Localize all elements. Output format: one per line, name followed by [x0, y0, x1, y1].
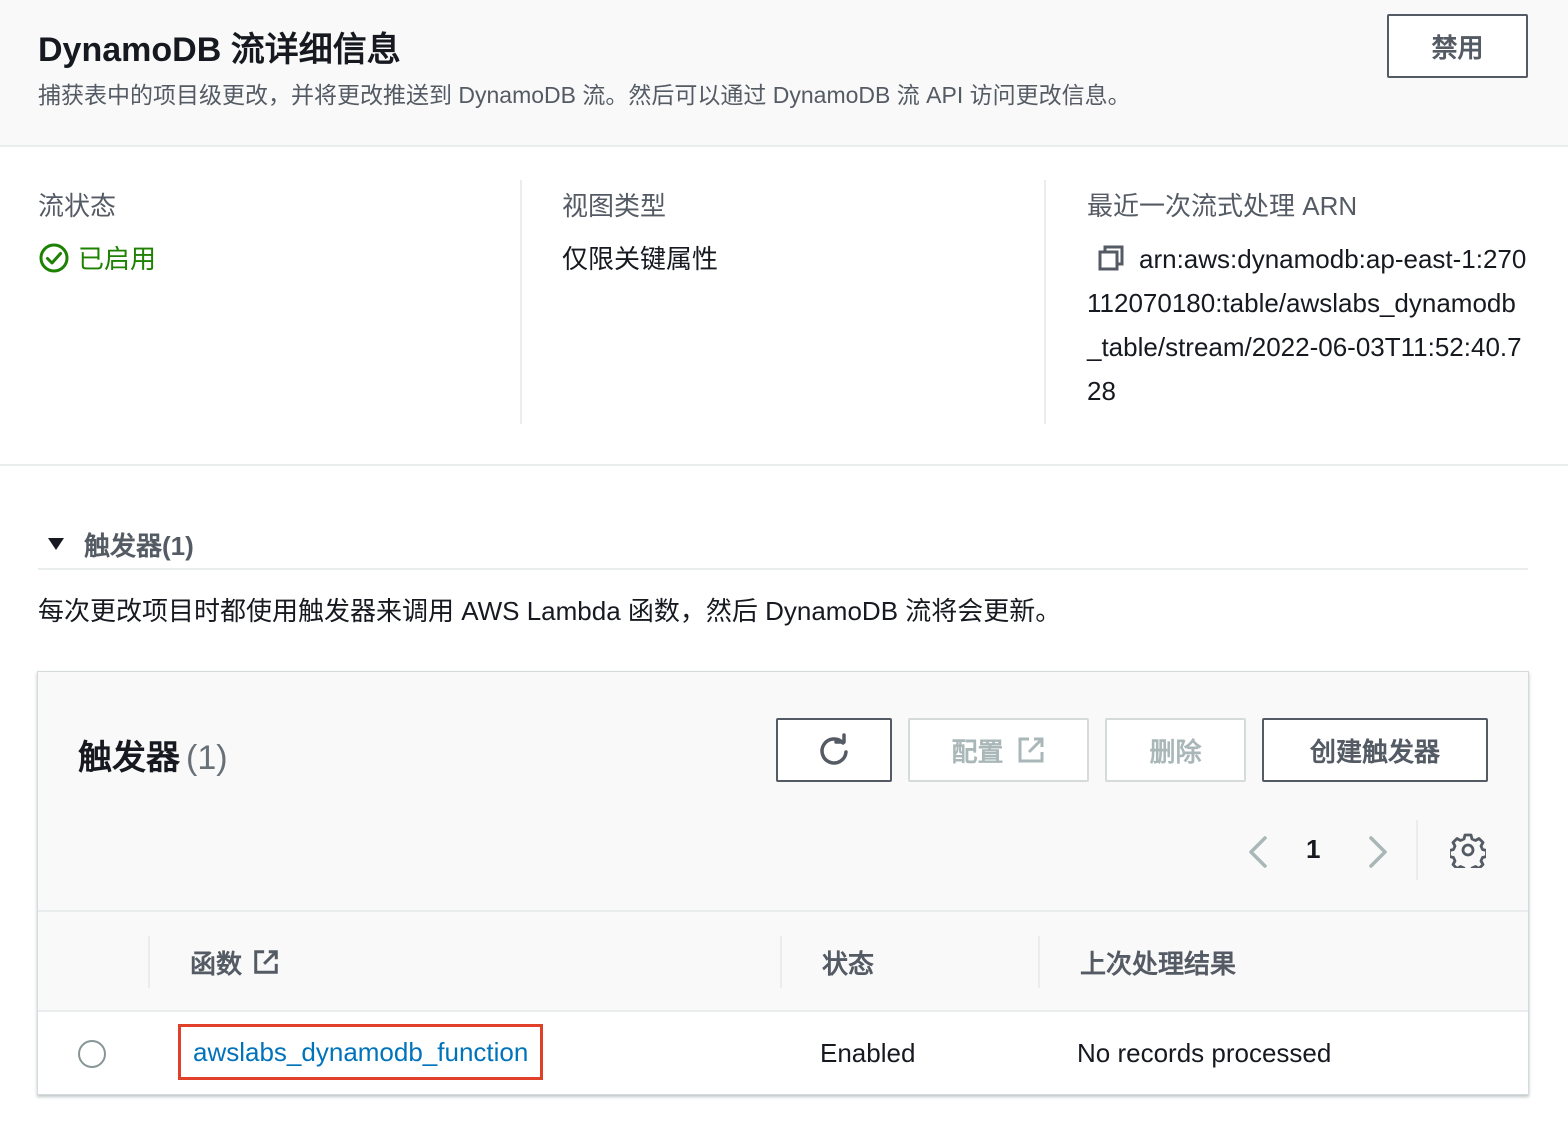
chevron-left-icon[interactable]: [1243, 832, 1273, 872]
view-type-value: 仅限关键属性: [562, 244, 719, 274]
external-link-icon: [1018, 737, 1043, 763]
column-header-function[interactable]: 函数: [148, 936, 780, 988]
view-type-label: 视图类型: [562, 191, 667, 221]
page-title: DynamoDB 流详细信息: [38, 31, 401, 69]
chevron-right-icon[interactable]: [1363, 832, 1393, 872]
triggers-table-header: 触发器 (1) 配置 删除 创建触发器 1: [38, 672, 1528, 912]
refresh-button[interactable]: [776, 718, 892, 782]
column-header-status[interactable]: 状态: [780, 936, 1038, 988]
triggers-expand-header[interactable]: 触发器(1): [38, 520, 1528, 570]
row-select-radio[interactable]: [78, 1040, 106, 1068]
arn-text: arn:aws:dynamodb:ap-east-1:270112070180:…: [1087, 244, 1527, 406]
triggers-section-description: 每次更改项目时都使用触发器来调用 AWS Lambda 函数，然后 Dynamo…: [38, 596, 1062, 626]
page-description: 捕获表中的项目级更改，并将更改推送到 DynamoDB 流。然后可以通过 Dyn…: [38, 82, 1131, 108]
check-circle-icon: [39, 243, 69, 272]
triggers-section-title: 触发器(1): [84, 530, 194, 561]
triggers-table-title-text: 触发器: [78, 739, 180, 777]
triggers-count: (1): [186, 739, 228, 777]
refresh-icon: [820, 733, 848, 765]
delete-button[interactable]: 删除: [1105, 718, 1246, 782]
stream-details-header: DynamoDB 流详细信息 捕获表中的项目级更改，并将更改推送到 Dynamo…: [0, 0, 1568, 147]
view-type-column: 视图类型 仅限关键属性: [562, 180, 1046, 424]
page-number[interactable]: 1: [1306, 834, 1320, 865]
disable-button[interactable]: 禁用: [1387, 14, 1528, 78]
function-link[interactable]: awslabs_dynamodb_function: [178, 1024, 544, 1080]
section-divider: [0, 464, 1568, 466]
arn-value: arn:aws:dynamodb:ap-east-1:270112070180:…: [1087, 237, 1527, 413]
external-link-icon: [254, 950, 278, 974]
stream-status-column: 流状态 已启用: [38, 180, 522, 424]
stream-status-label: 流状态: [38, 191, 117, 221]
table-row[interactable]: awslabs_dynamodb_function Enabled No rec…: [38, 1014, 1528, 1094]
stream-status-value: 已启用: [38, 239, 520, 276]
arn-label: 最近一次流式处理 ARN: [1087, 191, 1358, 221]
configure-button-label: 配置: [951, 736, 1004, 767]
arn-column: 最近一次流式处理 ARN arn:aws:dynamodb:ap-east-1:…: [1087, 180, 1537, 424]
column-header-last-result[interactable]: 上次处理结果: [1038, 936, 1518, 988]
configure-button[interactable]: 配置: [908, 718, 1089, 782]
table-header-row: 函数 状态 上次处理结果: [38, 912, 1528, 1012]
row-last-result: No records processed: [1077, 1038, 1332, 1068]
row-status: Enabled: [820, 1038, 916, 1068]
copy-icon[interactable]: [1097, 244, 1125, 272]
pagination-separator: [1416, 820, 1418, 880]
column-function-label: 函数: [190, 948, 243, 979]
triggers-table-container: 触发器 (1) 配置 删除 创建触发器 1 函数 状态 上次处理结果 awsla…: [37, 671, 1529, 1095]
gear-icon[interactable]: [1450, 832, 1486, 868]
stream-status-text: 已启用: [78, 244, 157, 274]
create-trigger-button[interactable]: 创建触发器: [1262, 718, 1488, 782]
caret-down-icon: [48, 538, 64, 550]
triggers-table-title: 触发器 (1): [78, 730, 228, 779]
